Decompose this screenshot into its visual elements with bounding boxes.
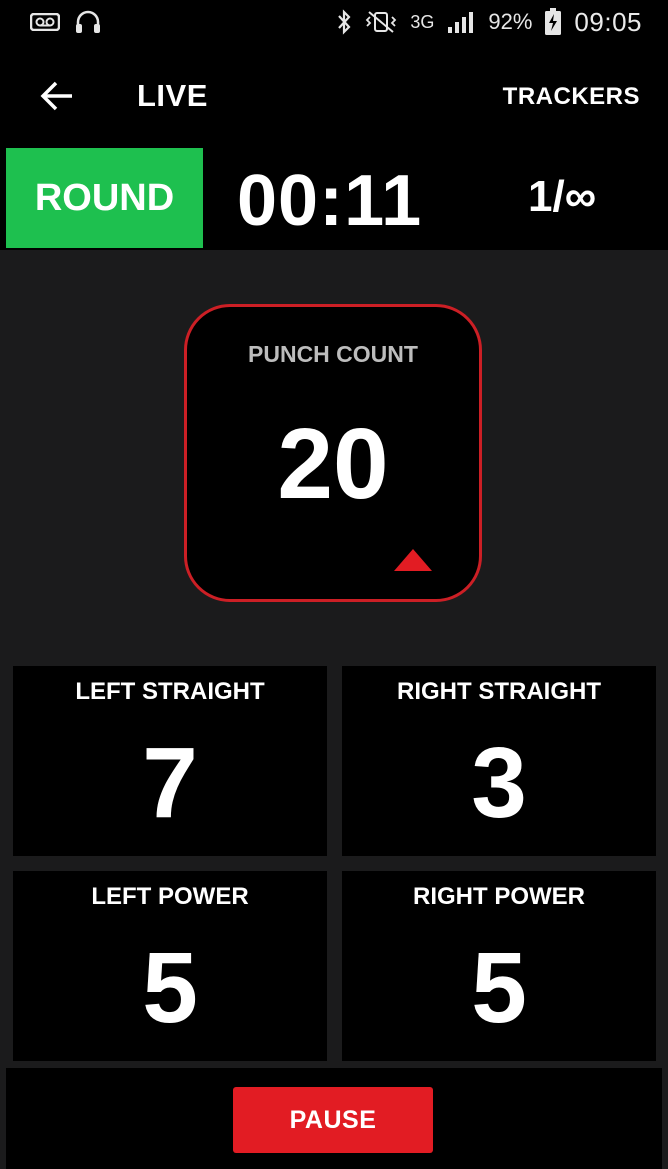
signal-icon: [446, 10, 476, 34]
screen: 3G 92% 09:05 LIVE TRACKERS ROUND 00:11 1…: [0, 0, 668, 1169]
voicemail-icon: [30, 13, 60, 31]
stat-value: 5: [142, 932, 198, 1044]
page-title: LIVE: [137, 78, 208, 113]
trackers-button[interactable]: TRACKERS: [503, 83, 640, 111]
stat-value: 7: [142, 727, 198, 839]
back-button[interactable]: [36, 78, 78, 114]
round-bar: ROUND 00:11 1/∞: [0, 148, 668, 250]
status-bar: 3G 92% 09:05: [0, 0, 668, 44]
app-bar: LIVE TRACKERS: [0, 44, 668, 148]
punch-count-value: 20: [277, 408, 389, 520]
left-straight-tile: LEFT STRAIGHT 7: [13, 666, 327, 856]
stat-value: 5: [471, 932, 527, 1044]
left-power-tile: LEFT POWER 5: [13, 871, 327, 1061]
stat-label: LEFT POWER: [91, 883, 249, 910]
vibrate-mute-icon: [364, 10, 398, 34]
headphones-icon: [74, 9, 102, 35]
right-power-tile: RIGHT POWER 5: [342, 871, 656, 1061]
right-straight-tile: RIGHT STRAIGHT 3: [342, 666, 656, 856]
punch-count-label: PUNCH COUNT: [248, 341, 418, 367]
arrow-left-icon: [40, 81, 72, 111]
battery-percent: 92%: [488, 9, 533, 34]
round-badge: ROUND: [6, 148, 203, 248]
triangle-up-icon: [394, 549, 432, 571]
stat-label: RIGHT STRAIGHT: [397, 678, 601, 705]
network-type: 3G: [410, 11, 435, 32]
clock: 09:05: [574, 6, 642, 37]
stat-label: LEFT STRAIGHT: [75, 678, 265, 705]
stat-label: RIGHT POWER: [413, 883, 585, 910]
round-counter: 1/∞: [528, 172, 597, 221]
pause-button[interactable]: PAUSE: [233, 1087, 433, 1153]
punch-count-card: PUNCH COUNT 20: [184, 304, 482, 602]
bottom-bar: PAUSE: [6, 1068, 662, 1169]
round-timer: 00:11: [237, 161, 423, 241]
battery-charging-icon: [544, 8, 562, 36]
bluetooth-icon: [336, 9, 352, 35]
stat-value: 3: [471, 727, 527, 839]
